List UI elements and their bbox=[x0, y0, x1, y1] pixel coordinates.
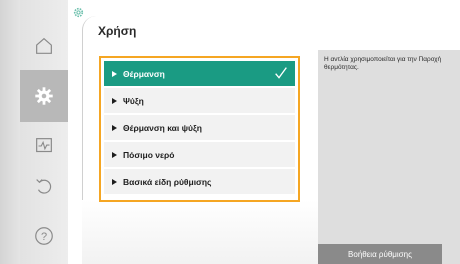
option-heating[interactable]: Θέρμανση bbox=[104, 61, 295, 86]
page-title: Χρήση bbox=[98, 24, 137, 38]
option-label: Θέρμανση bbox=[123, 68, 165, 79]
gear-icon bbox=[35, 87, 53, 105]
nav-help[interactable]: ? bbox=[20, 210, 68, 262]
option-label: Βασικά είδη ρύθμισης bbox=[123, 176, 212, 187]
option-drinking-water[interactable]: Πόσιμο νερό bbox=[104, 142, 295, 167]
option-label: Πόσιμο νερό bbox=[123, 149, 175, 160]
help-icon: ? bbox=[35, 227, 53, 245]
nav-undo[interactable] bbox=[20, 160, 68, 212]
nav-home[interactable] bbox=[20, 20, 68, 72]
option-heating-cooling[interactable]: Θέρμανση και ψύξη bbox=[104, 115, 295, 140]
options-list: Θέρμανση Ψύξη Θέρμανση και ψύξη Πόσιμο ν… bbox=[99, 56, 300, 202]
home-icon bbox=[36, 37, 52, 54]
option-label: Ψύξη bbox=[123, 95, 144, 106]
svg-text:?: ? bbox=[41, 231, 47, 243]
triangle-right-icon bbox=[112, 97, 117, 104]
outer-frame bbox=[0, 0, 20, 264]
triangle-right-icon bbox=[112, 151, 117, 158]
triangle-right-icon bbox=[112, 124, 117, 131]
nav-settings[interactable] bbox=[20, 70, 68, 122]
panel-shade bbox=[82, 200, 318, 264]
option-basic-control-modes[interactable]: Βασικά είδη ρύθμισης bbox=[104, 169, 295, 194]
monitor-pulse-icon bbox=[36, 138, 52, 153]
help-pane: Η αντλία χρησιμοποιείται για την Παροχή … bbox=[318, 50, 460, 264]
setting-help-button[interactable]: Βοήθεια ρύθμισης bbox=[318, 244, 442, 264]
side-navigation: ? bbox=[20, 0, 68, 264]
checkmark-icon bbox=[275, 67, 287, 79]
triangle-right-icon bbox=[112, 70, 117, 77]
gear-icon bbox=[73, 7, 84, 18]
option-label: Θέρμανση και ψύξη bbox=[123, 122, 202, 133]
undo-icon bbox=[36, 179, 52, 194]
top-strip bbox=[68, 0, 460, 16]
help-text: Η αντλία χρησιμοποιείται για την Παροχή … bbox=[324, 56, 442, 71]
option-cooling[interactable]: Ψύξη bbox=[104, 88, 295, 113]
triangle-right-icon bbox=[112, 178, 117, 185]
